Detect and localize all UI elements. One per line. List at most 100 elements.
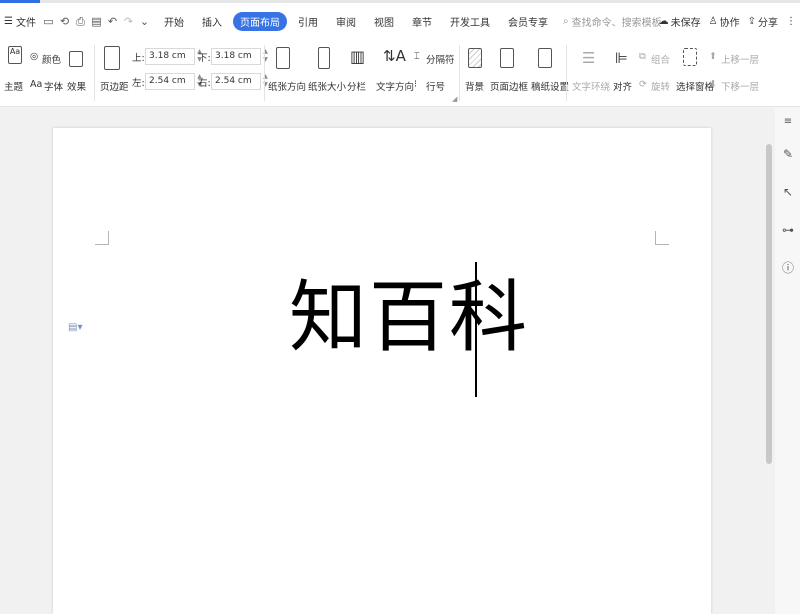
cloud-icon: ☁ <box>658 15 669 27</box>
document-page[interactable]: ▤▾ 知百科 <box>53 128 711 614</box>
tab-references[interactable]: 引用 <box>291 12 325 31</box>
hamburger-icon: ☰ <box>4 15 13 27</box>
tab-home[interactable]: 开始 <box>157 12 191 31</box>
color-button[interactable]: 颜色 <box>42 52 61 66</box>
theme-button[interactable]: 主题 <box>4 79 23 93</box>
ribbon-expand-icon[interactable]: ◢ <box>452 95 457 103</box>
right-sidebar: ≡ ✎ ↖ ⊶ ⓘ <box>775 108 800 614</box>
help-icon[interactable]: ⓘ <box>780 260 796 276</box>
rotate-button[interactable]: 旋转 <box>651 79 670 93</box>
tab-developer[interactable]: 开发工具 <box>443 12 497 31</box>
adjust-sliders-icon[interactable]: ⊶ <box>780 222 796 238</box>
margin-corner-top-left <box>95 231 109 245</box>
undo-icon[interactable]: ↶ <box>106 15 119 28</box>
page-border-button[interactable]: 页面边框 <box>490 79 528 93</box>
effect-icon[interactable] <box>69 51 83 67</box>
effect-button[interactable]: 效果 <box>67 79 86 93</box>
edit-pen-icon[interactable]: ✎ <box>780 146 796 162</box>
collab-button[interactable]: ♙ 协作 <box>709 14 740 29</box>
tab-member[interactable]: 会员专享 <box>501 12 555 31</box>
format-painter-icon[interactable]: ⟲ <box>58 15 71 28</box>
manuscript-icon[interactable] <box>538 48 552 68</box>
save-icon[interactable]: ▭ <box>42 15 55 28</box>
search-icon: ⌕ <box>562 15 569 27</box>
margins-icon[interactable] <box>104 46 120 70</box>
line-number-button[interactable]: 行号 <box>426 79 445 93</box>
print-icon[interactable]: ⎙ <box>74 15 87 28</box>
tab-view[interactable]: 视图 <box>367 12 401 31</box>
collab-label: 协作 <box>719 17 740 29</box>
bring-forward-button[interactable]: 上移一层 <box>721 52 759 66</box>
background-button[interactable]: 背景 <box>465 79 484 93</box>
file-menu-label: 文件 <box>15 17 36 29</box>
manuscript-button[interactable]: 稿纸设置 <box>531 79 569 93</box>
ribbon: Aa 主题 ◎ 颜色 Aa 字体 效果 页边距 上: 3.18 cm ▲ ▼ 下:… <box>0 39 800 107</box>
unsaved-label: 未保存 <box>670 17 701 29</box>
share-button[interactable]: ⇪ 分享 <box>748 14 778 29</box>
orientation-icon[interactable] <box>276 47 290 69</box>
background-icon[interactable] <box>468 48 482 68</box>
bottom-margin-field: 下: 3.18 cm ▲ ▼ <box>198 48 270 65</box>
theme-icon[interactable]: Aa <box>8 46 22 64</box>
right-margin-label: 右: <box>198 77 211 89</box>
customize-toolbar-icon[interactable]: ⌄ <box>138 15 151 28</box>
text-direction-icon[interactable]: ⇅A <box>383 47 406 65</box>
scrollbar-thumb[interactable] <box>766 144 772 464</box>
paragraph-marker-icon[interactable]: ▤▾ <box>68 322 82 333</box>
right-margin-field: 右: 2.54 cm ▲ ▼ <box>198 73 270 90</box>
font-button[interactable]: 字体 <box>44 79 63 93</box>
ribbon-separator <box>94 45 95 101</box>
bottom-margin-label: 下: <box>198 52 211 64</box>
send-backward-button[interactable]: 下移一层 <box>721 79 759 93</box>
columns-button[interactable]: 分栏 <box>347 79 366 93</box>
margins-button[interactable]: 页边距 <box>100 79 129 93</box>
tab-section[interactable]: 章节 <box>405 12 439 31</box>
ribbon-separator <box>566 45 567 101</box>
bottom-margin-input[interactable]: 3.18 cm <box>211 48 261 65</box>
right-menu: ☁ 未保存 ♙ 协作 ⇪ 分享 ⋮ <box>659 3 796 39</box>
top-margin-field: 上: 3.18 cm ▲ ▼ <box>132 48 204 65</box>
margin-corner-top-right <box>655 231 669 245</box>
align-button[interactable]: 对齐 <box>613 79 632 93</box>
color-icon: ◎ <box>30 51 39 62</box>
tab-page-layout[interactable]: 页面布局 <box>232 11 287 31</box>
collapse-icon[interactable]: ≡ <box>780 114 796 130</box>
bottom-margin-spinner[interactable]: ▲ ▼ <box>261 48 270 65</box>
vertical-scrollbar[interactable] <box>764 108 774 614</box>
redo-icon[interactable]: ↷ <box>122 15 135 28</box>
separator-button[interactable]: 分隔符 <box>426 52 455 66</box>
menubar: ☰ 文件 ▭ ⟲ ⎙ ▤ ↶ ↷ ⌄ 开始 插入 页面布局 引用 审阅 视图 章… <box>0 3 800 39</box>
left-margin-input[interactable]: 2.54 cm <box>145 73 195 90</box>
ribbon-separator <box>459 45 460 101</box>
bring-forward-icon: ⬆ <box>709 51 717 62</box>
page-border-icon[interactable] <box>500 48 514 68</box>
text-direction-button[interactable]: 文字方向 <box>376 79 414 93</box>
share-label: 分享 <box>758 17 778 29</box>
selection-pane-icon[interactable] <box>683 48 697 66</box>
right-margin-input[interactable]: 2.54 cm <box>211 73 261 90</box>
text-wrap-icon: ☰ <box>582 49 596 67</box>
tab-review[interactable]: 审阅 <box>329 12 363 31</box>
group-button[interactable]: 组合 <box>651 52 670 66</box>
command-search[interactable]: ⌕ 查找命令、搜索模板 <box>563 14 662 29</box>
file-menu[interactable]: ☰ 文件 <box>4 14 36 29</box>
user-icon: ♙ <box>708 15 718 27</box>
text-wrap-button[interactable]: 文字环绕 <box>572 79 610 93</box>
left-margin-label: 左: <box>132 77 145 89</box>
print-preview-icon[interactable]: ▤ <box>90 15 103 28</box>
quick-access-toolbar: ▭ ⟲ ⎙ ▤ ↶ ↷ ⌄ <box>42 15 151 28</box>
group-icon: ⧉ <box>639 51 646 62</box>
tab-insert[interactable]: 插入 <box>195 12 229 31</box>
left-margin-field: 左: 2.54 cm ▲ ▼ <box>132 73 204 90</box>
select-cursor-icon[interactable]: ↖ <box>780 184 796 200</box>
columns-icon[interactable]: ▥ <box>350 47 365 66</box>
paper-size-icon[interactable] <box>318 47 330 69</box>
top-margin-input[interactable]: 3.18 cm <box>145 48 195 65</box>
document-text[interactable]: 知百科 <box>289 268 529 368</box>
more-options-icon[interactable]: ⋮ <box>786 16 796 27</box>
orientation-button[interactable]: 纸张方向 <box>268 79 306 93</box>
font-icon: Aa <box>30 79 43 90</box>
text-cursor <box>475 262 477 397</box>
unsaved-status[interactable]: ☁ 未保存 <box>659 14 701 29</box>
paper-size-button[interactable]: 纸张大小 <box>308 79 346 93</box>
